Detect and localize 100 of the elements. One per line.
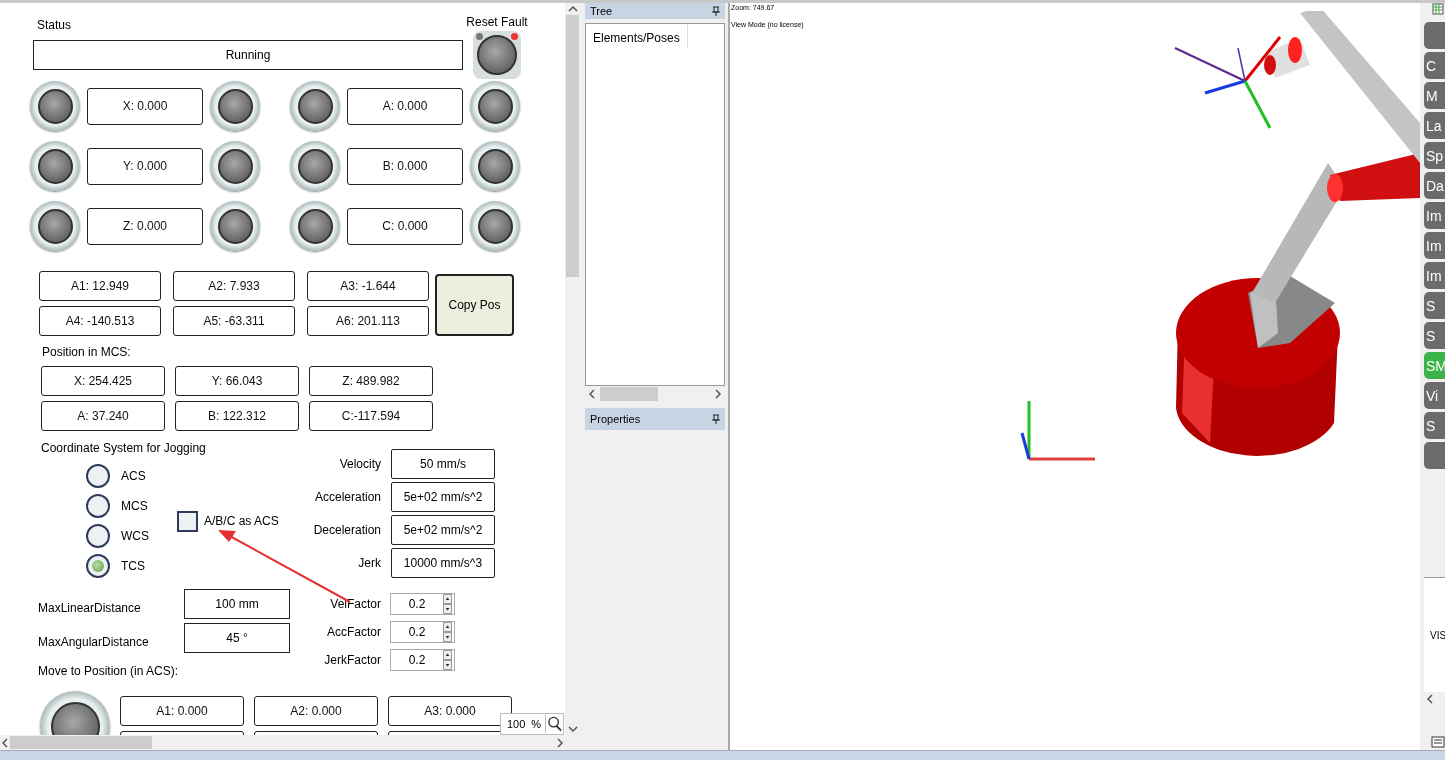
section-label: Coordinate System for Jogging <box>41 440 207 455</box>
spinner-arrows-icon[interactable] <box>443 650 452 670</box>
field-label: MaxLinearDistance <box>38 600 142 617</box>
value-display: X: 0.000 <box>87 87 203 125</box>
side-tab-button[interactable]: La <box>1424 112 1445 139</box>
side-panel-text: VIS <box>1430 628 1445 643</box>
value-display: A4: -140.513 <box>39 306 161 336</box>
round-push-button[interactable] <box>30 81 80 131</box>
scrollbar-thumb[interactable] <box>10 736 152 749</box>
field-label: Jerk <box>357 555 381 572</box>
field-label: Deceleration <box>312 522 381 539</box>
round-push-button[interactable] <box>290 141 340 191</box>
panel-title: Properties <box>590 411 641 427</box>
round-push-button[interactable] <box>470 201 520 251</box>
round-push-button[interactable] <box>30 201 80 251</box>
scrollbar-thumb[interactable] <box>566 15 579 277</box>
value-display: X: 254.425 <box>41 366 165 396</box>
input-field[interactable]: 5e+02 mm/s^2 <box>391 482 495 512</box>
input-field[interactable]: 10000 mm/s^3 <box>391 548 495 578</box>
round-push-button[interactable] <box>290 201 340 251</box>
side-tab-button[interactable]: S <box>1424 292 1445 319</box>
value-display: A: 0.000 <box>347 87 463 125</box>
status-label: Status <box>37 17 73 33</box>
spin-field[interactable]: 0.2 <box>390 593 455 615</box>
side-tab-button[interactable]: M <box>1424 82 1445 109</box>
input-field[interactable]: 100 mm <box>184 589 290 619</box>
zoom-box[interactable]: 100 % <box>500 713 565 735</box>
scroll-left-icon[interactable] <box>1425 694 1435 704</box>
value-display: Y: 0.000 <box>87 147 203 185</box>
radio-label: MCS <box>121 498 148 515</box>
side-tab-button[interactable]: Im <box>1424 262 1445 289</box>
value-display: C: 0.000 <box>347 207 463 245</box>
spin-field[interactable]: 0.2 <box>390 649 455 671</box>
reset-fault-button[interactable] <box>473 31 521 79</box>
radio-button[interactable] <box>86 554 110 578</box>
spin-field[interactable]: 0.2 <box>390 621 455 643</box>
input-field[interactable]: 50 mm/s <box>391 449 495 479</box>
side-tab-button[interactable]: Sp <box>1424 142 1445 169</box>
side-tab-button[interactable]: S <box>1424 322 1445 349</box>
scroll-down-icon[interactable] <box>567 723 578 735</box>
scroll-right-icon[interactable] <box>713 389 723 399</box>
scrollbar-thumb[interactable] <box>600 387 658 401</box>
round-push-button[interactable] <box>210 201 260 251</box>
radio-label: ACS <box>121 468 146 485</box>
side-tab-button[interactable]: Vi <box>1424 382 1445 409</box>
tree-tab[interactable]: Elements/Poses <box>586 24 688 48</box>
radio-label: WCS <box>121 528 149 545</box>
pin-icon[interactable] <box>712 414 720 424</box>
round-push-button[interactable] <box>30 141 80 191</box>
field-label: MaxAngularDistance <box>38 634 150 651</box>
zoom-unit: % <box>531 716 543 732</box>
status-display: Running <box>33 40 463 70</box>
value-display: A: 37.240 <box>41 401 165 431</box>
input-field[interactable]: 5e+02 mm/s^2 <box>391 515 495 545</box>
scroll-left-icon[interactable] <box>0 737 10 748</box>
scroll-left-icon[interactable] <box>587 389 597 399</box>
input-field[interactable]: 45 ° <box>184 623 290 653</box>
value-display: A2: 0.000 <box>254 696 378 726</box>
round-push-button[interactable] <box>210 141 260 191</box>
checkbox[interactable] <box>177 510 198 532</box>
section-label: Move to Position (in ACS): <box>38 663 180 678</box>
value-display: B: 0.000 <box>347 147 463 185</box>
spinner-arrows-icon[interactable] <box>443 622 452 642</box>
grid-icon[interactable] <box>1432 3 1444 15</box>
side-tab-button[interactable]: Im <box>1424 232 1445 259</box>
value-display: A1: 0.000 <box>120 696 244 726</box>
copy-pos-button[interactable]: Copy Pos <box>435 274 514 336</box>
radio-button[interactable] <box>86 464 110 488</box>
round-push-button[interactable] <box>470 141 520 191</box>
side-tab-button[interactable]: Da <box>1424 172 1445 199</box>
zoom-value: 100 <box>506 716 527 732</box>
value-display: Z: 489.982 <box>309 366 433 396</box>
section-label: Position in MCS: <box>42 344 132 359</box>
side-tab-button[interactable]: S <box>1424 412 1445 439</box>
side-tab-button[interactable]: Im <box>1424 202 1445 229</box>
field-label: Acceleration <box>313 489 381 506</box>
value-display: A6: 201.113 <box>307 306 429 336</box>
value-display: A1: 12.949 <box>39 271 161 301</box>
value-display: B: 122.312 <box>175 401 299 431</box>
value-display: C:-117.594 <box>309 401 433 431</box>
round-push-button[interactable] <box>290 81 340 131</box>
round-push-button[interactable] <box>210 81 260 131</box>
magnifier-icon[interactable] <box>545 715 564 733</box>
scroll-right-icon[interactable] <box>555 737 565 748</box>
radio-label: TCS <box>121 558 145 575</box>
pin-icon[interactable] <box>712 6 720 16</box>
field-label: VelFactor <box>329 596 381 613</box>
value-display: A3: -1.644 <box>307 271 429 301</box>
value-display: A5: -63.311 <box>173 306 295 336</box>
reset-fault-label: Reset Fault <box>466 14 528 31</box>
spinner-arrows-icon[interactable] <box>443 594 452 614</box>
round-push-button[interactable] <box>470 81 520 131</box>
radio-button[interactable] <box>86 494 110 518</box>
radio-button[interactable] <box>86 524 110 548</box>
properties-icon[interactable] <box>1431 736 1445 748</box>
field-label: AccFactor <box>326 624 381 641</box>
value-display: A2: 7.933 <box>173 271 295 301</box>
side-tab-button[interactable]: C <box>1424 52 1445 79</box>
value-display: Z: 0.000 <box>87 207 203 245</box>
panel-title: Tree <box>590 3 613 19</box>
